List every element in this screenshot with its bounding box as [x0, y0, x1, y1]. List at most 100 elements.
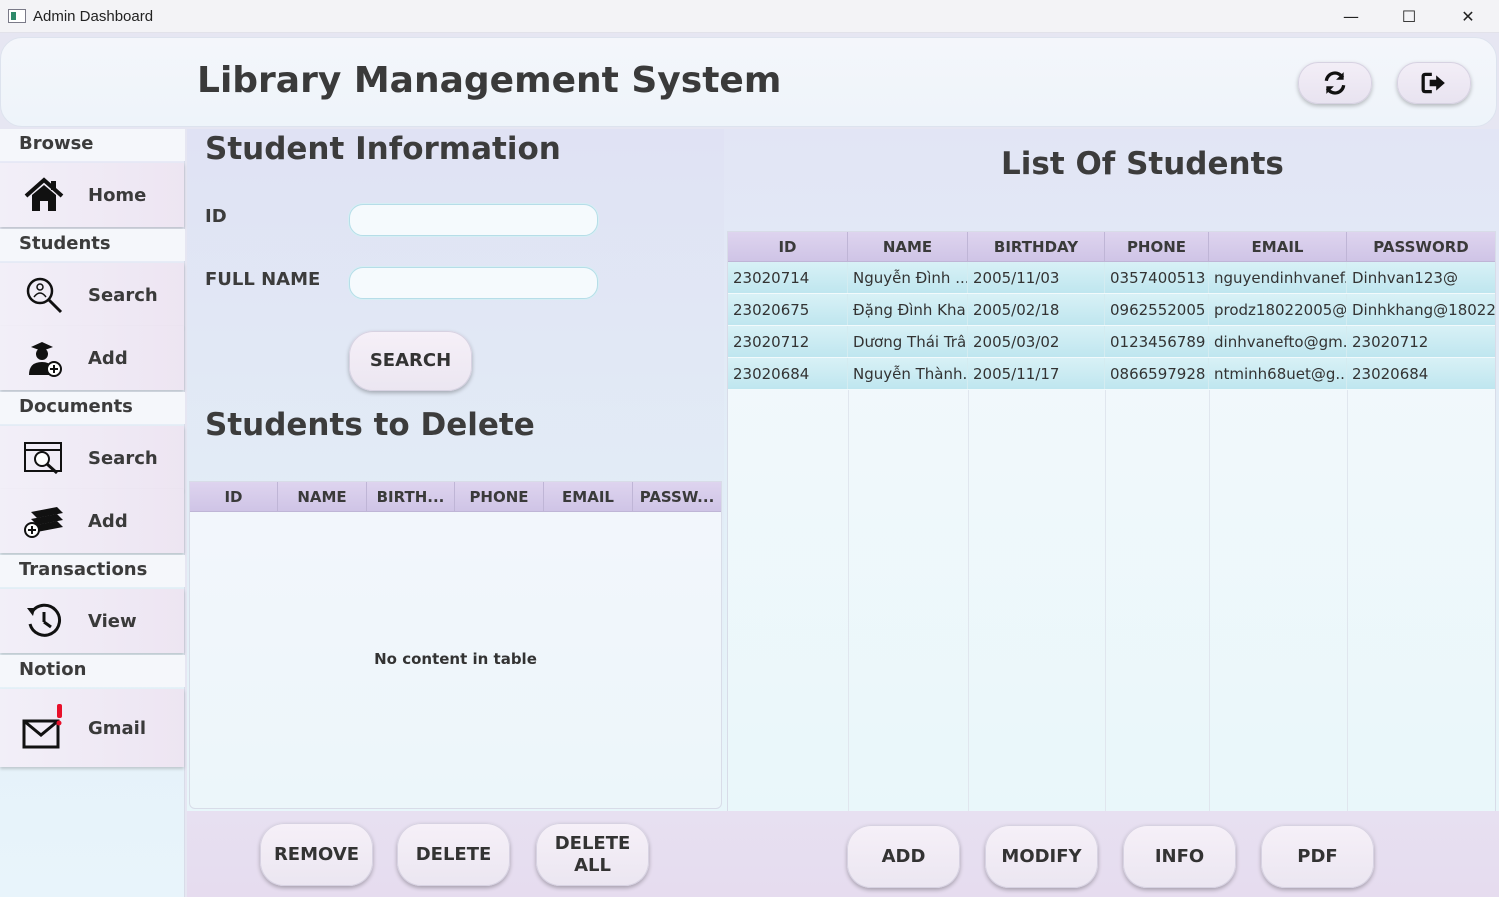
sidebar-item-label: Search	[88, 447, 158, 469]
minimize-button[interactable]: —	[1322, 0, 1380, 33]
column-header[interactable]: ID	[728, 232, 848, 261]
sidebar: Browse Home Students Search Add Document…	[0, 129, 185, 897]
home-icon	[24, 177, 64, 211]
sidebar-item-document-add[interactable]: Add	[0, 489, 184, 553]
table-row[interactable]: 23020712 Dương Thái Trân 2005/03/02 0123…	[728, 326, 1495, 358]
search-student-icon	[26, 277, 63, 314]
cell-email: ntminh68uet@g...	[1209, 358, 1347, 389]
sidebar-section-notion: Notion	[0, 655, 185, 687]
table-row[interactable]: 23020675 Đặng Đình Kha... 2005/02/18 096…	[728, 294, 1495, 326]
sidebar-item-label: View	[88, 610, 137, 632]
app-icon	[8, 9, 26, 23]
column-header[interactable]: PHONE	[1105, 232, 1209, 261]
sidebar-item-student-search[interactable]: Search	[0, 263, 184, 327]
id-label: ID	[205, 206, 227, 227]
add-document-icon	[24, 507, 63, 538]
sidebar-section-browse: Browse	[0, 129, 185, 161]
sidebar-item-home[interactable]: Home	[0, 163, 184, 227]
table-header: ID NAME BIRTHDAY PHONE EMAIL PASSWORD	[728, 232, 1495, 262]
cell-id: 23020675	[728, 294, 848, 325]
window-titlebar: Admin Dashboard — ☐ ✕	[0, 0, 1499, 33]
cell-phone: 0123456789	[1105, 326, 1209, 357]
remove-button[interactable]: REMOVE	[260, 823, 373, 886]
student-info-title: Student Information	[205, 131, 561, 167]
cell-email: prodz18022005@...	[1209, 294, 1347, 325]
cell-password: 23020684	[1352, 364, 1429, 383]
maximize-button[interactable]: ☐	[1380, 0, 1438, 33]
cell-birthday: 2005/02/18	[968, 294, 1105, 325]
students-list-title: List Of Students	[1001, 146, 1284, 182]
table-row[interactable]: 23020684 Nguyễn Thành... 2005/11/17 0866…	[728, 358, 1495, 390]
sidebar-item-label: Home	[88, 184, 147, 206]
column-header[interactable]: BIRTH...	[367, 482, 455, 511]
cell-name: Đặng Đình Kha...	[848, 294, 968, 325]
cell-password: Dinhkhang@18022...	[1352, 300, 1495, 319]
column-header[interactable]: PHONE	[455, 482, 544, 511]
full-name-input[interactable]	[349, 267, 598, 299]
sidebar-item-transactions-view[interactable]: View	[0, 589, 184, 653]
mail-alert-icon	[22, 704, 62, 749]
sidebar-item-student-add[interactable]: Add	[0, 326, 184, 390]
sidebar-item-label: Add	[88, 510, 128, 532]
sidebar-item-document-search[interactable]: Search	[0, 426, 184, 490]
sidebar-section-transactions: Transactions	[0, 555, 185, 587]
cell-name: Nguyễn Đình ...	[848, 262, 968, 293]
delete-all-label-line2: ALL	[574, 854, 611, 876]
id-input[interactable]	[349, 204, 598, 236]
sidebar-item-gmail[interactable]: Gmail	[0, 689, 184, 767]
cell-name: Dương Thái Trân	[848, 326, 968, 357]
students-to-delete-title: Students to Delete	[205, 407, 535, 443]
search-button[interactable]: SEARCH	[349, 331, 472, 391]
column-header[interactable]: NAME	[848, 232, 968, 261]
column-header[interactable]: EMAIL	[544, 482, 633, 511]
modify-button[interactable]: MODIFY	[985, 825, 1098, 888]
sidebar-item-label: Add	[88, 347, 128, 369]
column-header[interactable]: NAME	[278, 482, 367, 511]
cell-email: dinhvanefto@gm...	[1209, 326, 1347, 357]
sidebar-section-students: Students	[0, 229, 185, 261]
pdf-button[interactable]: PDF	[1261, 825, 1374, 888]
refresh-icon	[1324, 71, 1346, 95]
table-header: ID NAME BIRTH... PHONE EMAIL PASSW...	[190, 482, 721, 512]
delete-all-label-line1: DELETE	[554, 832, 631, 854]
add-student-icon	[29, 342, 62, 377]
students-to-delete-table[interactable]: ID NAME BIRTH... PHONE EMAIL PASSW... No…	[189, 481, 722, 809]
cell-id: 23020714	[728, 262, 848, 293]
app-header: Library Management System	[0, 37, 1497, 127]
cell-birthday: 2005/03/02	[968, 326, 1105, 357]
cell-birthday: 2005/11/17	[968, 358, 1105, 389]
column-header[interactable]: ID	[190, 482, 278, 511]
logout-icon	[1421, 72, 1445, 94]
cell-password: 23020712	[1352, 332, 1429, 351]
delete-button[interactable]: DELETE	[397, 823, 510, 886]
delete-all-button[interactable]: DELETE ALL	[536, 823, 649, 886]
cell-id: 23020684	[728, 358, 848, 389]
sidebar-item-label: Search	[88, 284, 158, 306]
history-icon	[27, 603, 62, 637]
empty-table-message: No content in table	[374, 650, 537, 668]
refresh-button[interactable]	[1298, 62, 1372, 104]
cell-phone: 0962552005	[1105, 294, 1209, 325]
cell-password: Dinhvan123@	[1352, 268, 1458, 287]
column-header[interactable]: PASSW...	[633, 482, 721, 511]
column-grid-lines	[728, 390, 1495, 813]
students-table[interactable]: ID NAME BIRTHDAY PHONE EMAIL PASSWORD 23…	[727, 231, 1496, 814]
add-button[interactable]: ADD	[847, 825, 960, 888]
app-title: Library Management System	[197, 60, 782, 101]
cell-email: nguyendinhvanef...	[1209, 262, 1347, 293]
cell-phone: 0866597928	[1105, 358, 1209, 389]
column-header[interactable]: BIRTHDAY	[968, 232, 1105, 261]
logout-button[interactable]	[1397, 62, 1471, 104]
column-header[interactable]: EMAIL	[1209, 232, 1347, 261]
cell-birthday: 2005/11/03	[968, 262, 1105, 293]
cell-phone: 0357400513	[1105, 262, 1209, 293]
cell-name: Nguyễn Thành...	[848, 358, 968, 389]
close-button[interactable]: ✕	[1439, 0, 1497, 33]
window-title: Admin Dashboard	[33, 8, 154, 25]
sidebar-item-label: Gmail	[88, 717, 147, 739]
column-header[interactable]: PASSWORD	[1347, 232, 1495, 261]
sidebar-section-documents: Documents	[0, 392, 185, 424]
info-button[interactable]: INFO	[1123, 825, 1236, 888]
table-row[interactable]: 23020714 Nguyễn Đình ... 2005/11/03 0357…	[728, 262, 1495, 294]
search-document-icon	[24, 442, 62, 475]
